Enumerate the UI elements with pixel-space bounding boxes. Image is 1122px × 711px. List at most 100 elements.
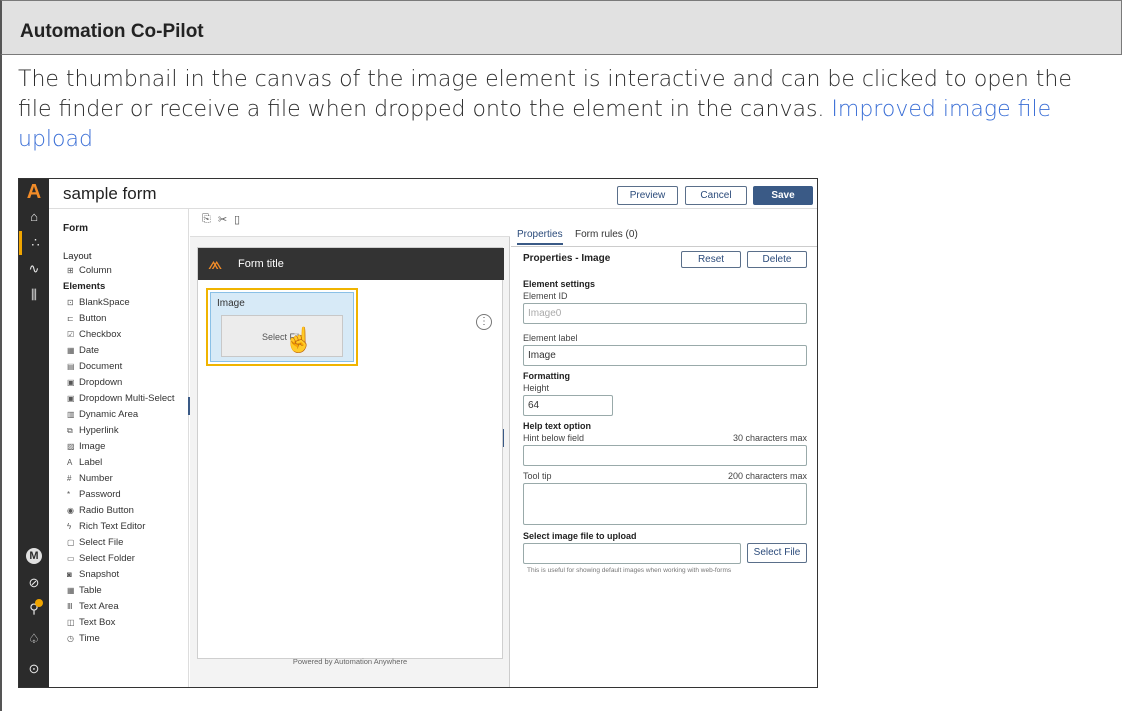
height-label: Height [523,383,550,393]
palette-item-label: Date [79,345,100,356]
element-settings-heading: Element settings [523,279,596,289]
form-logo-icon: ⩕ [208,253,223,273]
password-icon: * [67,490,71,499]
palette-item-label: Text Box [79,617,116,628]
palette-item-select-folder[interactable]: ▭ Select Folder [67,553,135,564]
height-field[interactable]: 64 [523,395,613,416]
select-file-button[interactable]: Select File [747,543,807,563]
palette-item-label: Select Folder [79,553,135,564]
palette-item-hyperlink[interactable]: ⧉ Hyperlink [67,425,119,436]
button-icon: ⊏ [67,314,74,323]
left-rail: A ⌂ ∴ ∿ ⫼ M ⊘ ⚲ ♤ ⊙ [19,179,49,687]
palette-item-password[interactable]: * Password [67,489,121,500]
home-icon[interactable]: ⌂ [19,205,49,229]
palette-item-time[interactable]: ◷ Time [67,633,100,644]
rich-text-icon: ϟ [67,522,72,531]
palette-item-select-file[interactable]: ▢ Select File [67,537,123,548]
upload-heading: Select image file to upload [523,531,637,541]
palette-item-label: Radio Button [79,505,134,516]
select-file-icon: ▢ [67,538,75,547]
text-box-icon: ◫ [67,618,75,627]
palette-item-date[interactable]: ▦ Date [67,345,99,356]
time-icon: ◷ [67,634,74,643]
palette-resize-handle[interactable] [188,397,190,415]
palette-item-text-box[interactable]: ◫ Text Box [67,617,115,628]
layout-section-label: Layout [63,251,92,262]
palette-item-label: Text Area [79,601,119,612]
column-icon: ⊞ [67,266,74,275]
hint-below-field-input[interactable] [523,445,807,466]
form-name: sample form [63,184,157,203]
palette-item-label: Rich Text Editor [79,521,146,532]
element-id-field[interactable]: Image0 [523,303,807,324]
notifications-pin-icon[interactable]: ⚲ [19,597,49,621]
palette-item-dropdown[interactable]: ▣ Dropdown [67,377,122,388]
palette-item-checkbox[interactable]: ☑ Checkbox [67,329,121,340]
palette-item-snapshot[interactable]: ◙ Snapshot [67,569,119,580]
properties-panel: Properties Form rules (0) Properties - I… [511,209,817,687]
element-id-label: Element ID [523,291,568,301]
upload-file-path-field[interactable] [523,543,741,564]
expand-icon[interactable]: ⊙ [19,657,49,681]
more-options-icon[interactable]: ⋮ [476,314,492,330]
label-icon: A [67,458,73,467]
form-title: Form title [238,258,284,270]
palette-item-label: Dropdown [79,377,123,388]
palette-item-column[interactable]: ⊞ Column [67,265,112,276]
alert-badge-icon [35,599,43,607]
text-area-icon: Ⅲ [67,602,73,611]
tooltip-textarea[interactable] [523,483,807,525]
blankspace-icon: ⊡ [67,298,74,307]
properties-tabs: Properties Form rules (0) [511,227,817,247]
palette-item-image[interactable]: ▨ Image [67,441,105,452]
save-button[interactable]: Save [753,186,813,205]
help-icon[interactable]: ⊘ [19,571,49,595]
form-header: ⩕ Form title [198,248,504,280]
element-label-label: Element label [523,333,578,343]
image-element-selected[interactable]: Image Select File ☝ [206,288,358,366]
tab-form-rules[interactable]: Form rules (0) [575,229,638,240]
tooltip-label: Tool tip [523,471,552,481]
formatting-heading: Formatting [523,371,570,381]
hand-pointer-icon: ☝ [284,327,314,354]
paste-icon[interactable]: ▯ [234,213,240,226]
copy-icon[interactable]: ⎘ [202,213,211,226]
user-avatar-icon[interactable]: M [19,543,49,567]
palette-item-dynamic-area[interactable]: ▥ Dynamic Area [67,409,138,420]
element-label-field[interactable]: Image [523,345,807,366]
preview-button[interactable]: Preview [617,186,678,205]
palette-item-document[interactable]: ▤ Document [67,361,122,372]
cut-icon[interactable]: ✂ [218,213,227,226]
banner-title: Automation Co-Pilot [20,21,204,42]
tab-properties[interactable]: Properties [517,229,563,245]
hint-below-field-label: Hint below field [523,433,585,443]
dashboard-icon[interactable]: ∴ [19,231,49,255]
palette-item-label-element[interactable]: A Label [67,457,102,468]
image-element[interactable]: Image Select File ☝ [210,292,354,362]
palette-item-label: Dropdown Multi-Select [79,393,175,404]
palette-item-number[interactable]: # Number [67,473,113,484]
palette-item-table[interactable]: ▦ Table [67,585,102,596]
palette-item-label: Hyperlink [79,425,119,436]
palette-item-blankspace[interactable]: ⊡ BlankSpace [67,297,130,308]
palette-item-label: BlankSpace [79,297,130,308]
palette-item-label: Button [79,313,107,324]
palette-item-button[interactable]: ⊏ Button [67,313,106,324]
cancel-button[interactable]: Cancel [685,186,747,205]
properties-title: Properties - Image [523,253,611,264]
palette-item-rich-text[interactable]: ϟ Rich Text Editor [67,521,145,532]
automation-anywhere-logo-icon: A [26,181,42,203]
activity-icon[interactable]: ∿ [19,257,49,281]
feature-description: The thumbnail in the canvas of the image… [18,65,1108,155]
delete-button[interactable]: Delete [747,251,807,268]
image-thumbnail-dropzone[interactable]: Select File ☝ [221,315,343,357]
palette-item-radio[interactable]: ◉ Radio Button [67,505,134,516]
palette-item-text-area[interactable]: Ⅲ Text Area [67,601,119,612]
palette-item-dropdown-multi[interactable]: ▣ Dropdown Multi-Select [67,393,175,404]
elements-section-label: Elements [63,281,106,292]
bell-icon[interactable]: ♤ [19,627,49,651]
dynamic-area-icon: ▥ [67,410,75,419]
manage-icon[interactable]: ⫼ [19,283,49,307]
canvas-toolbar: ⎘ ✂ ▯ [190,209,510,237]
reset-button[interactable]: Reset [681,251,741,268]
